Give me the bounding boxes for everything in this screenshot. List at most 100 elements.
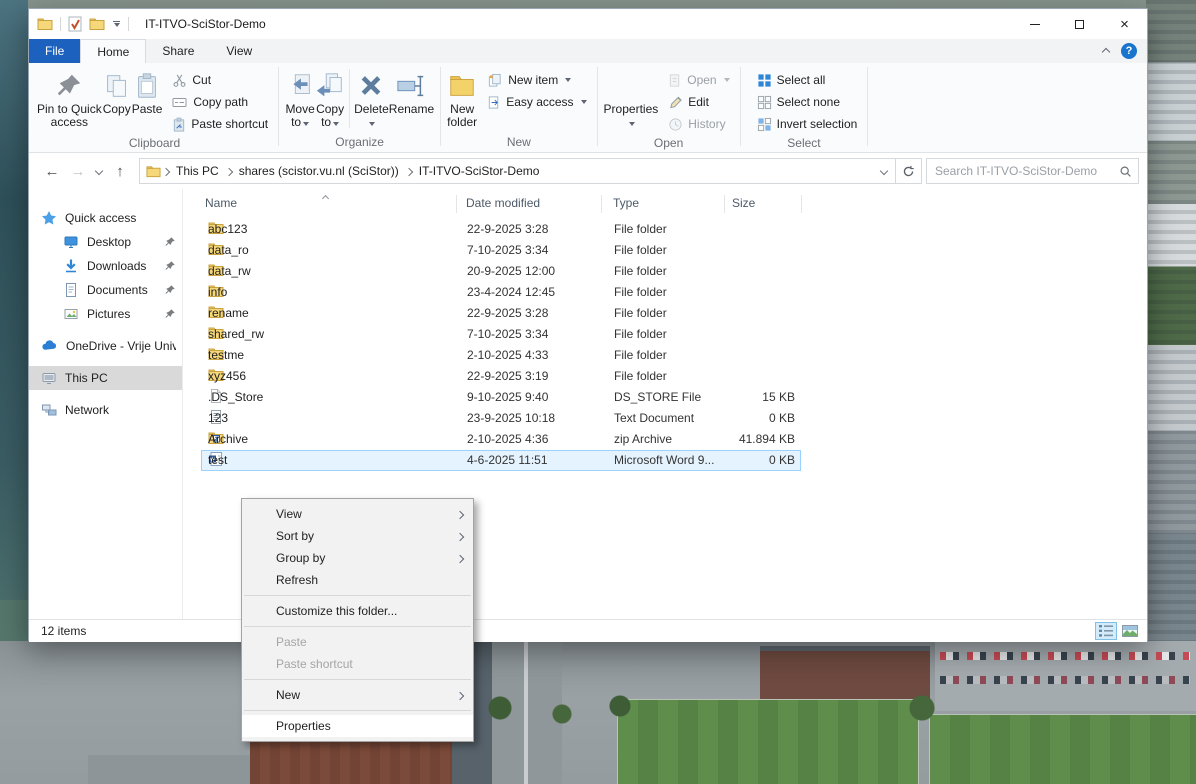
context-menu-item-refresh[interactable]: Refresh [242, 569, 473, 591]
invert-selection-button[interactable]: Invert selection [753, 113, 862, 135]
file-row-123[interactable]: 12323-9-2025 10:18Text Document0 KB [201, 408, 801, 429]
tab-home[interactable]: Home [80, 39, 146, 63]
sidebar-item-network[interactable]: Network [29, 398, 182, 422]
file-row-rename[interactable]: rename22-9-2025 3:28File folder [201, 303, 801, 324]
file-row-test[interactable]: test4-6-2025 11:51Microsoft Word 9...0 K… [201, 450, 801, 471]
column-header-date-modified[interactable]: Date modified [466, 196, 540, 210]
back-button[interactable]: ← [39, 159, 65, 183]
this-pc-icon [41, 370, 57, 386]
column-header-size[interactable]: Size [732, 196, 755, 210]
new-folder-button[interactable]: Newfolder [447, 67, 477, 129]
file-row-testme[interactable]: testme2-10-2025 4:33File folder [201, 345, 801, 366]
copy-button[interactable]: Copy [102, 67, 132, 116]
context-menu-item-sort-by[interactable]: Sort by [242, 525, 473, 547]
sidebar-item-this-pc[interactable]: This PC [29, 366, 182, 390]
tab-share[interactable]: Share [146, 39, 210, 63]
select-none-icon [757, 95, 772, 110]
title-bar: IT-ITVO-SciStor-Demo × [29, 9, 1147, 39]
qat-customize-caret-icon[interactable] [112, 21, 120, 27]
delete-button[interactable]: Delete [354, 67, 389, 129]
minimize-button[interactable] [1012, 9, 1057, 39]
new-item-button[interactable]: New item [483, 69, 590, 91]
cut-button[interactable]: Cut [168, 69, 272, 91]
minimize-icon [1030, 24, 1040, 25]
ribbon-group-new: NewfolderNew itemEasy accessNew [441, 63, 596, 152]
breadcrumb-this-pc[interactable]: This PC [171, 159, 224, 183]
details-view-button[interactable] [1095, 622, 1117, 640]
select-all-button[interactable]: Select all [753, 69, 862, 91]
qat-properties-icon[interactable] [68, 16, 82, 32]
explorer-window: IT-ITVO-SciStor-Demo × File Home Share V… [28, 8, 1148, 641]
context-menu-item-view[interactable]: View [242, 503, 473, 525]
select-all-icon [757, 73, 772, 88]
context-menu-item-paste[interactable]: Paste [242, 631, 473, 653]
file-row-archive[interactable]: Archive2-10-2025 4:36zip Archive41.894 K… [201, 429, 801, 450]
select-none-button[interactable]: Select none [753, 91, 862, 113]
file-row-abc123[interactable]: abc12322-9-2025 3:28File folder [201, 219, 801, 240]
paste-button[interactable]: Paste [132, 67, 163, 116]
sidebar-item-onedrive-vrije-univ[interactable]: OneDrive - Vrije Univ [29, 334, 182, 358]
context-menu-item-customize-this-folder[interactable]: Customize this folder... [242, 600, 473, 622]
up-button[interactable]: ↑ [107, 159, 133, 183]
sidebar-item-documents[interactable]: Documents [29, 278, 182, 302]
sidebar-item-downloads[interactable]: Downloads [29, 254, 182, 278]
tab-view[interactable]: View [210, 39, 268, 63]
maximize-button[interactable] [1057, 9, 1102, 39]
recent-locations-button[interactable] [91, 159, 107, 183]
address-path-box[interactable]: This PC shares (scistor.vu.nl (SciStor))… [139, 158, 922, 184]
qat-new-folder-icon[interactable] [89, 16, 105, 32]
copy-to-button[interactable]: Copyto [315, 67, 345, 129]
pin-to-quick-access-button[interactable]: Pin to Quickaccess [37, 67, 102, 129]
forward-button[interactable]: → [65, 159, 91, 183]
column-header-type[interactable]: Type [613, 196, 639, 210]
properties-button[interactable]: Properties [604, 67, 659, 129]
ribbon-groups: Pin to QuickaccessCopyPasteCutCopy pathP… [31, 63, 868, 152]
open-button[interactable]: Open [664, 69, 733, 91]
help-icon[interactable]: ? [1121, 43, 1137, 59]
context-menu-item-new[interactable]: New [242, 684, 473, 706]
main-area: Quick accessDesktopDownloadsDocumentsPic… [29, 189, 1147, 619]
search-input[interactable] [935, 164, 1119, 178]
copy-path-button[interactable]: Copy path [168, 91, 272, 113]
context-menu-item-group-by[interactable]: Group by [242, 547, 473, 569]
sidebar-item-quick-access[interactable]: Quick access [29, 206, 182, 230]
context-menu-item-paste-shortcut[interactable]: Paste shortcut [242, 653, 473, 675]
rename-button[interactable]: Rename [389, 67, 434, 116]
menu-separator [244, 679, 471, 680]
thumbnail-view-button[interactable] [1119, 622, 1141, 640]
sidebar-item-desktop[interactable]: Desktop [29, 230, 182, 254]
column-divider[interactable] [801, 195, 802, 213]
context-menu-item-properties[interactable]: Properties [242, 715, 473, 737]
column-divider[interactable] [456, 195, 457, 213]
column-divider[interactable] [724, 195, 725, 213]
close-button[interactable]: × [1102, 9, 1147, 39]
file-row-data-ro[interactable]: data_ro7-10-2025 3:34File folder [201, 240, 801, 261]
tab-file[interactable]: File [29, 39, 80, 63]
breadcrumb-shares[interactable]: shares (scistor.vu.nl (SciStor)) [234, 159, 404, 183]
refresh-button[interactable] [895, 158, 921, 184]
documents-icon [63, 282, 79, 298]
paste-shortcut-button[interactable]: Paste shortcut [168, 113, 272, 135]
status-bar: 12 items [29, 619, 1147, 642]
breadcrumb-current-folder[interactable]: IT-ITVO-SciStor-Demo [414, 159, 545, 183]
collapse-ribbon-button[interactable] [1103, 44, 1109, 58]
file-row-ds-store[interactable]: .DS_Store9-10-2025 9:40DS_STORE File15 K… [201, 387, 801, 408]
file-row-xyz456[interactable]: xyz45622-9-2025 3:19File folder [201, 366, 801, 387]
column-header-name[interactable]: Name [205, 196, 237, 210]
column-divider[interactable] [601, 195, 602, 213]
easy-access-button[interactable]: Easy access [483, 91, 590, 113]
edit-button[interactable]: Edit [664, 91, 733, 113]
search-box[interactable] [926, 158, 1139, 184]
address-folder-icon [146, 164, 161, 179]
ribbon-tabs: File Home Share View ? [29, 39, 1147, 63]
file-row-shared-rw[interactable]: shared_rw7-10-2025 3:34File folder [201, 324, 801, 345]
address-dropdown-button[interactable] [873, 159, 895, 183]
pin-small-icon [164, 308, 176, 320]
ribbon-group-open: PropertiesOpenEditHistoryOpen [598, 63, 740, 152]
history-button[interactable]: History [664, 113, 733, 135]
file-row-data-rw[interactable]: data_rw20-9-2025 12:00File folder [201, 261, 801, 282]
file-row-info[interactable]: info23-4-2024 12:45File folder [201, 282, 801, 303]
copy-icon [102, 69, 132, 103]
sidebar-item-pictures[interactable]: Pictures [29, 302, 182, 326]
move-to-button[interactable]: Moveto [285, 67, 315, 129]
